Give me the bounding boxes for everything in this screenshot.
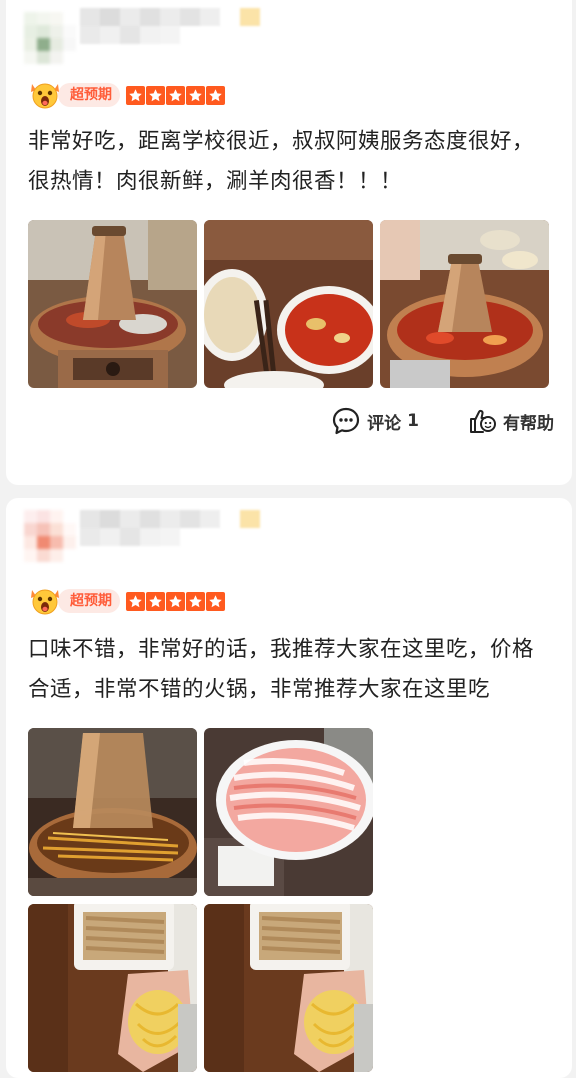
exceeds-expectation-badge: 超预期	[58, 589, 120, 613]
review-photo[interactable]	[204, 220, 373, 388]
star-icon	[186, 591, 205, 611]
noodles-plate-icon	[204, 904, 373, 1072]
review-photo[interactable]	[28, 728, 197, 896]
sauce-bowls-icon	[204, 220, 373, 388]
star-icon	[186, 85, 205, 105]
thumbs-up-face-icon	[470, 409, 496, 433]
rating-row: 超预期	[28, 80, 226, 110]
user-avatar-blurred[interactable]	[24, 12, 76, 64]
hotpot-table-icon	[380, 220, 549, 388]
comment-button[interactable]: 评论 1	[331, 406, 419, 436]
user-avatar-blurred[interactable]	[24, 510, 76, 562]
hotpot-boiling-icon	[28, 728, 197, 896]
rating-row: 超预期	[28, 586, 226, 616]
star-rating	[126, 591, 226, 611]
star-icon	[166, 591, 185, 611]
exceeds-expectation-badge: 超预期	[58, 83, 120, 107]
review-photo[interactable]	[204, 728, 373, 896]
star-icon	[126, 591, 145, 611]
review-card: 超预期 非常好吃，距离学校很近，叔叔阿姨服务态度很好，很热情！肉很新鲜，涮羊肉很…	[6, 0, 572, 485]
action-bar: 评论 1 有帮助	[283, 406, 554, 436]
star-icon	[166, 85, 185, 105]
review-text[interactable]: 非常好吃，距离学校很近，叔叔阿姨服务态度很好，很热情！肉很新鲜，涮羊肉很香！！！	[28, 122, 548, 202]
review-photo[interactable]	[204, 904, 373, 1072]
helpful-label: 有帮助	[503, 413, 554, 434]
comment-count: 1	[407, 411, 419, 431]
star-icon	[206, 591, 225, 611]
helpful-button[interactable]: 有帮助	[467, 406, 554, 436]
star-icon	[206, 85, 225, 105]
review-photo[interactable]	[380, 220, 549, 388]
username-blurred[interactable]	[80, 510, 260, 546]
surprised-emoji-icon	[28, 80, 62, 110]
review-photo[interactable]	[28, 220, 197, 388]
review-photo[interactable]	[28, 904, 197, 1072]
review-card: 超预期 口味不错，非常好的话，我推荐大家在这里吃，价格合适，非常不错的火锅，非常…	[6, 498, 572, 1078]
hotpot-copper-pot-icon	[28, 220, 197, 388]
comment-bubble-icon	[333, 407, 360, 435]
noodles-plate-icon	[28, 904, 197, 1072]
star-icon	[126, 85, 145, 105]
star-icon	[146, 591, 165, 611]
star-icon	[146, 85, 165, 105]
star-rating	[126, 85, 226, 105]
comment-label: 评论	[367, 413, 402, 434]
surprised-emoji-icon	[28, 586, 62, 616]
review-text[interactable]: 口味不错，非常好的话，我推荐大家在这里吃，价格合适，非常不错的火锅，非常推荐大家…	[28, 630, 548, 710]
username-blurred[interactable]	[80, 8, 260, 44]
lamb-slices-plate-icon	[204, 728, 373, 896]
